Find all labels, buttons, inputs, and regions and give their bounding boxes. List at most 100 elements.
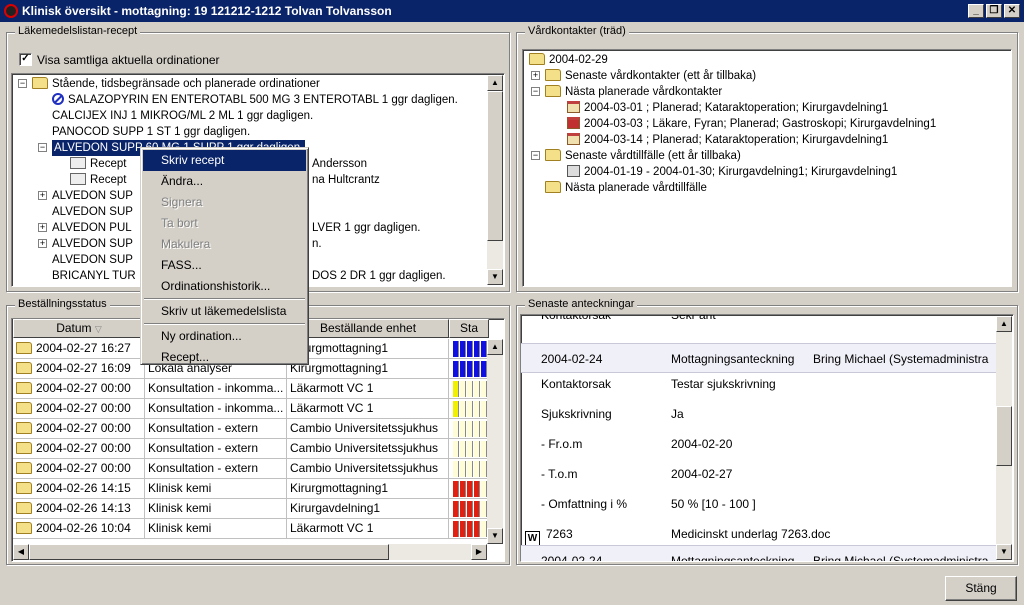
table-row[interactable]: 2004-02-27 00:00 Konsultation - inkomma..…	[13, 399, 489, 419]
table-row[interactable]: 2004-02-26 14:15 Klinisk kemi Kirurgmottag…	[13, 479, 489, 499]
word-document-icon: W	[525, 531, 540, 546]
cell-datum: 2004-02-27 00:00	[13, 379, 145, 399]
vk-node-date[interactable]: 2004-02-29	[529, 52, 608, 68]
folder-icon	[16, 462, 32, 474]
vardkontakter-group: Vårdkontakter (träd) 2004-02-29 + Senaste…	[516, 25, 1018, 292]
scroll-thumb[interactable]	[996, 406, 1012, 466]
menu-item-signera: Signera	[161, 195, 203, 209]
folder-icon	[545, 181, 561, 193]
cell-typ: Konsultation - inkomma...	[145, 379, 287, 399]
note-header-row[interactable]: 2004-02-24 Mottagningsanteckning Bring Mic…	[521, 545, 997, 561]
tree-node-recept[interactable]: Recept	[70, 172, 126, 188]
status-indicator	[449, 439, 489, 459]
menu-item-skriv-recept[interactable]: Skriv recept	[143, 150, 306, 171]
vk-node-contact[interactable]: 2004-03-14 ; Planerad; Kataraktoperation…	[567, 132, 888, 148]
scroll-down-icon[interactable]: ▼	[487, 269, 503, 285]
table-row[interactable]: 2004-02-27 00:00 Konsultation - extern Cam…	[13, 439, 489, 459]
cell-datum: 2004-02-27 00:00	[13, 419, 145, 439]
folder-icon	[16, 402, 32, 414]
table-row[interactable]: 2004-02-26 14:13 Klinisk kemi Kirurgavdeln…	[13, 499, 489, 519]
tree-node-recept-right: Andersson	[312, 158, 367, 170]
note-detail-row[interactable]: Kontaktorsak Testar sjukskrivning	[521, 369, 997, 399]
col-datum[interactable]: Datum ▽	[13, 319, 145, 338]
lakemedel-scrollbar[interactable]: ▲ ▼	[487, 75, 503, 285]
tree-node-drug[interactable]: PANOCOD SUPP 1 ST 1 ggr dagligen.	[52, 124, 250, 140]
cell-typ: Klinisk kemi	[145, 519, 287, 539]
cell-enhet: Läkarmott VC 1	[287, 519, 449, 539]
tree-node-drug-right: n.	[312, 238, 322, 250]
note-detail-row[interactable]: - Omfattning i % 50 % [10 - 100 ]	[521, 489, 997, 519]
scroll-right-icon[interactable]: ▶	[471, 544, 487, 560]
vk-node-contact[interactable]: 2004-03-01 ; Planerad; Kataraktoperation…	[567, 100, 888, 116]
folder-icon	[16, 522, 32, 534]
menu-separator	[144, 298, 305, 300]
menu-item-andra[interactable]: Ändra...	[143, 171, 306, 192]
scroll-left-icon[interactable]: ◀	[13, 544, 29, 560]
menu-item-ny-ordination[interactable]: Ny ordination...	[143, 326, 306, 347]
tree-node-drug[interactable]: BRICANYL TUR	[52, 268, 136, 284]
anteckningar-legend: Senaste anteckningar	[525, 298, 638, 310]
cell-datum: 2004-02-26 14:15	[13, 479, 145, 499]
status-indicator	[449, 379, 489, 399]
tree-node-recept[interactable]: Recept	[70, 156, 126, 172]
table-row[interactable]: 2004-02-27 00:00 Konsultation - extern Cam…	[13, 459, 489, 479]
anteckningar-list[interactable]: Kontaktorsak Sekr ant 2004-02-24 Mottagning…	[520, 314, 1014, 562]
house-icon	[567, 117, 580, 129]
cell-datum: 2004-02-26 14:13	[13, 499, 145, 519]
vk-node-nasta-vardtillfalle[interactable]: Nästa planerade vårdtillfälle	[545, 180, 707, 196]
note-detail-row[interactable]: Kontaktorsak Sekr ant	[521, 315, 997, 330]
folder-icon	[32, 77, 48, 89]
restore-button[interactable]: ❐	[986, 4, 1002, 18]
table-row[interactable]: 2004-02-27 00:00 Konsultation - inkomma..…	[13, 379, 489, 399]
cell-enhet: Cambio Universitetssjukhus	[287, 439, 449, 459]
bestallning-hscroll[interactable]: ◀ ▶	[13, 544, 487, 560]
vk-node-contact[interactable]: 2004-03-03 ; Läkare, Fyran; Planerad; Ga…	[567, 116, 936, 132]
stang-button[interactable]: Stäng	[945, 576, 1017, 601]
house-icon	[567, 101, 580, 113]
scroll-thumb[interactable]	[29, 544, 389, 560]
folder-icon	[545, 85, 561, 97]
bed-icon	[567, 165, 580, 177]
cell-datum: 2004-02-27 00:00	[13, 399, 145, 419]
cell-typ: Konsultation - extern	[145, 459, 287, 479]
cell-enhet: Kirurgmottagning1	[287, 359, 449, 379]
note-detail-row[interactable]: Sjukskrivning Ja	[521, 399, 997, 429]
bestallning-vscroll[interactable]: ▲ ▼	[487, 339, 503, 544]
status-indicator	[449, 339, 489, 359]
scroll-thumb[interactable]	[487, 91, 503, 241]
visa-samtliga-checkbox[interactable]: ✓	[19, 53, 32, 66]
minimize-button[interactable]: _	[968, 4, 984, 18]
vk-node-stay[interactable]: 2004-01-19 - 2004-01-30; Kirurgavdelning…	[567, 164, 897, 180]
tree-node-drug[interactable]: SALAZOPYRIN EN ENTEROTABL 500 MG 3 ENTER…	[52, 92, 458, 108]
menu-item-recept[interactable]: Recept...	[143, 347, 306, 368]
menu-item-fass[interactable]: FASS...	[143, 255, 306, 276]
tree-node-recept-right: na Hultcrantz	[312, 174, 380, 186]
menu-item-skriv-ut[interactable]: Skriv ut läkemedelslista	[143, 301, 306, 322]
tree-node-drug[interactable]: ALVEDON SUP	[52, 204, 133, 220]
table-row[interactable]: 2004-02-26 10:04 Klinisk kemi Läkarmott VC…	[13, 519, 489, 539]
note-detail-row[interactable]: - T.o.m 2004-02-27	[521, 459, 997, 489]
close-window-button[interactable]: ✕	[1004, 4, 1020, 18]
tree-node-drug-right: DOS 2 DR 1 ggr dagligen.	[312, 270, 446, 282]
scroll-up-icon[interactable]: ▲	[996, 316, 1012, 332]
cell-typ: Konsultation - inkomma...	[145, 399, 287, 419]
cell-enhet: Läkarmott VC 1	[287, 399, 449, 419]
folder-icon	[545, 69, 561, 81]
table-row[interactable]: 2004-02-27 00:00 Konsultation - extern Cam…	[13, 419, 489, 439]
col-enhet[interactable]: Beställande enhet	[287, 319, 449, 338]
col-status[interactable]: Sta	[449, 319, 489, 338]
window-title: Klinisk översikt - mottagning: 19 121212…	[22, 4, 392, 18]
tree-node-drug[interactable]: CALCIJEX INJ 1 MIKROG/ML 2 ML 1 ggr dagl…	[52, 108, 313, 124]
vardkontakter-tree[interactable]: 2004-02-29 + Senaste vårdkontakter (ett å…	[522, 49, 1012, 287]
scroll-down-icon[interactable]: ▼	[487, 528, 503, 544]
tree-node-drug[interactable]: ALVEDON SUP	[52, 252, 133, 268]
scroll-down-icon[interactable]: ▼	[996, 544, 1012, 560]
scroll-up-icon[interactable]: ▲	[487, 75, 503, 91]
status-indicator	[449, 399, 489, 419]
visa-samtliga-label: Visa samtliga aktuella ordinationer	[37, 53, 220, 67]
note-detail-row[interactable]: - Fr.o.m 2004-02-20	[521, 429, 997, 459]
cell-enhet: Kirurgavdelning1	[287, 499, 449, 519]
anteckningar-scrollbar[interactable]: ▲ ▼	[996, 316, 1012, 560]
menu-item-ordinationshistorik[interactable]: Ordinationshistorik...	[143, 276, 306, 297]
scroll-up-icon[interactable]: ▲	[487, 339, 503, 355]
